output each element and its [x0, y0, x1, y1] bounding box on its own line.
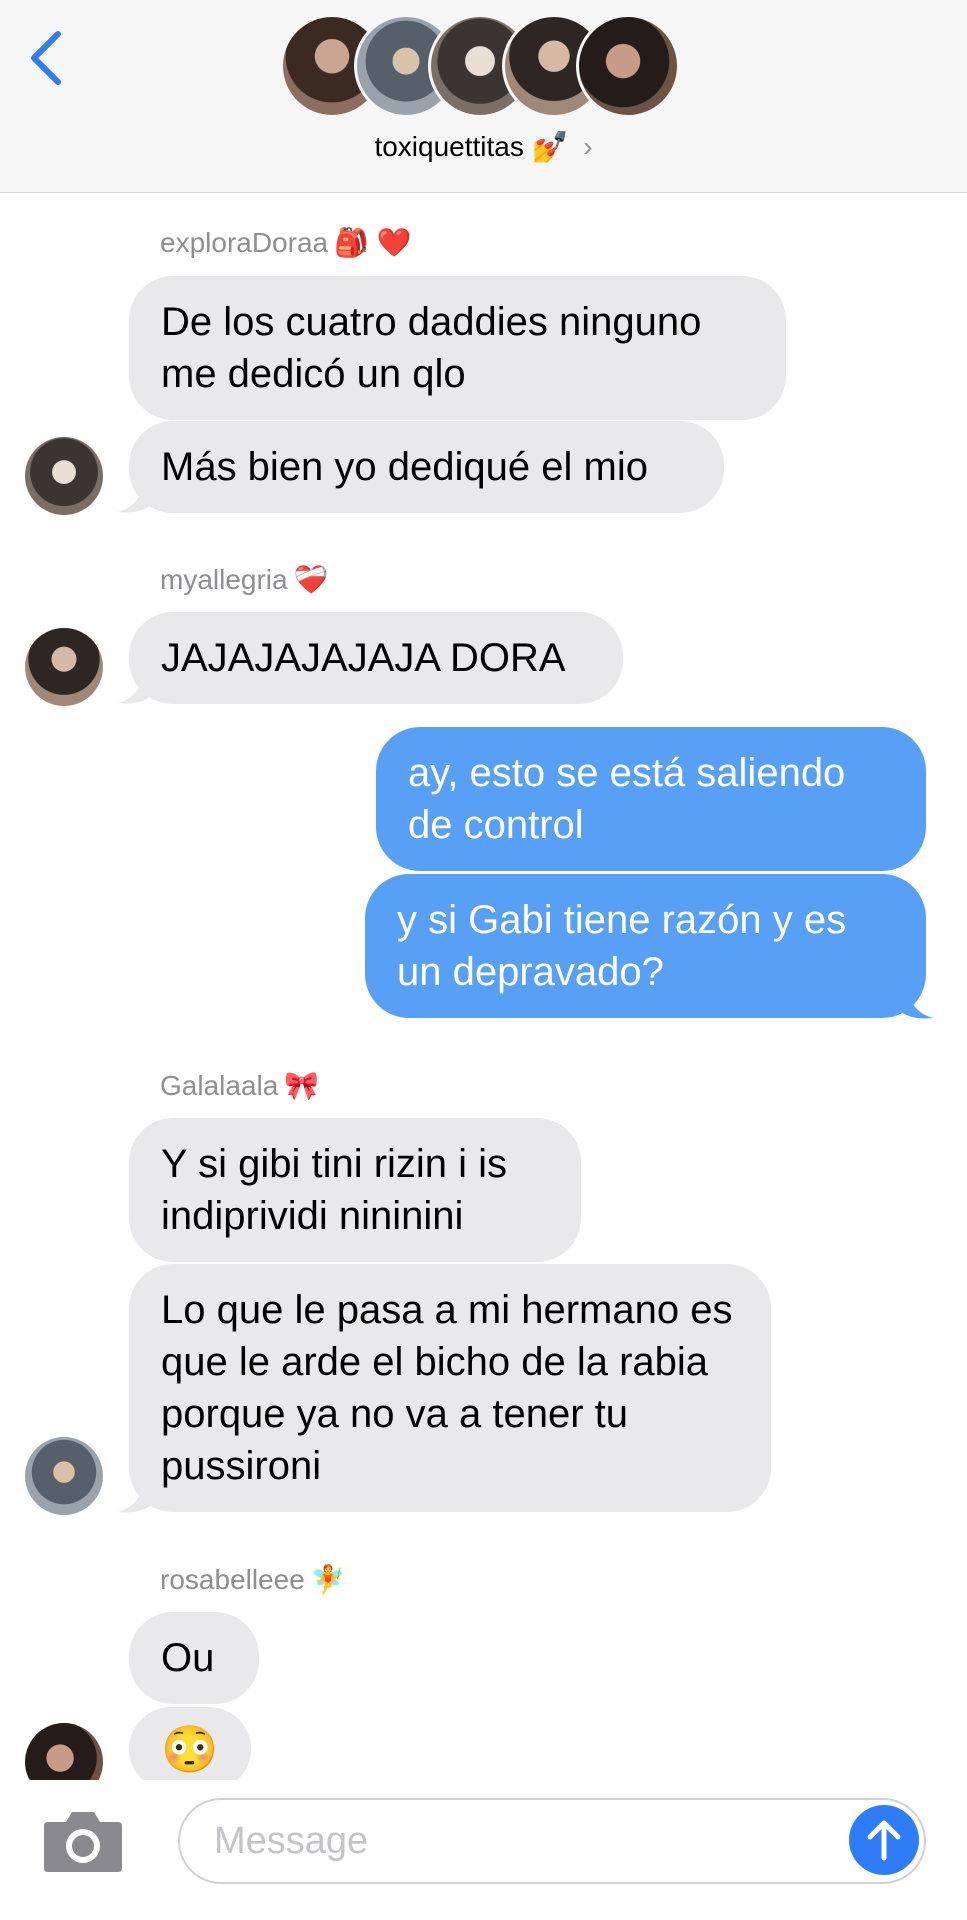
camera-icon [44, 1812, 122, 1872]
sender-avatar[interactable] [25, 628, 103, 706]
arrow-up-icon [867, 1820, 901, 1861]
sender-avatar[interactable] [25, 1437, 103, 1515]
outgoing-message[interactable]: ay, esto se está saliendo de control [376, 727, 926, 871]
sender-name: rosabelleee 🧚 [160, 1563, 346, 1596]
incoming-message[interactable]: Más bien yo dediqué el mio [129, 421, 724, 513]
nail-polish-emoji: 💅 [531, 130, 570, 164]
compose-bar [0, 1780, 967, 1920]
bubble-tail [118, 484, 154, 513]
sender-name: exploraDoraa 🎒 ❤️ [160, 226, 412, 259]
outgoing-message[interactable]: y si Gabi tiene razón y es un depravado? [365, 874, 926, 1018]
messages-screen: toxiquettitas 💅 › exploraDoraa 🎒 ❤️ De l… [0, 0, 967, 1920]
incoming-message[interactable]: Lo que le pasa a mi hermano es que le ar… [129, 1264, 771, 1512]
sender-emoji: 🎒 ❤️ [334, 227, 412, 258]
incoming-message[interactable]: Ou [129, 1612, 259, 1704]
group-avatars[interactable] [280, 14, 690, 118]
incoming-message[interactable]: 😳 [129, 1707, 251, 1791]
bubble-tail [118, 675, 154, 704]
conversation-title[interactable]: toxiquettitas 💅 › [0, 126, 967, 168]
avatar [576, 14, 680, 118]
group-name: toxiquettitas [374, 131, 524, 162]
sender-emoji: 🎀 [284, 1070, 320, 1101]
sender-emoji: ❤️‍🩹 [293, 564, 329, 595]
incoming-message[interactable]: Y si gibi tini rizin i is indiprividi ni… [129, 1118, 581, 1262]
send-button[interactable] [849, 1805, 919, 1875]
camera-button[interactable] [40, 1806, 126, 1876]
sender-name: myallegria ❤️‍🩹 [160, 563, 329, 596]
incoming-message[interactable]: De los cuatro daddies ninguno me dedicó … [129, 276, 786, 420]
sender-name: Galalaala 🎀 [160, 1069, 320, 1102]
message-input[interactable] [178, 1798, 926, 1884]
chevron-right-icon: › [583, 131, 593, 162]
bubble-tail [118, 1484, 154, 1513]
back-button[interactable] [22, 28, 72, 88]
conversation-header: toxiquettitas 💅 › [0, 0, 967, 193]
chevron-left-icon [31, 31, 61, 85]
sender-avatar[interactable] [25, 437, 103, 515]
sender-emoji: 🧚 [310, 1564, 346, 1595]
bubble-tail [897, 990, 933, 1019]
incoming-message[interactable]: JAJAJAJAJAJA DORA [129, 612, 623, 704]
